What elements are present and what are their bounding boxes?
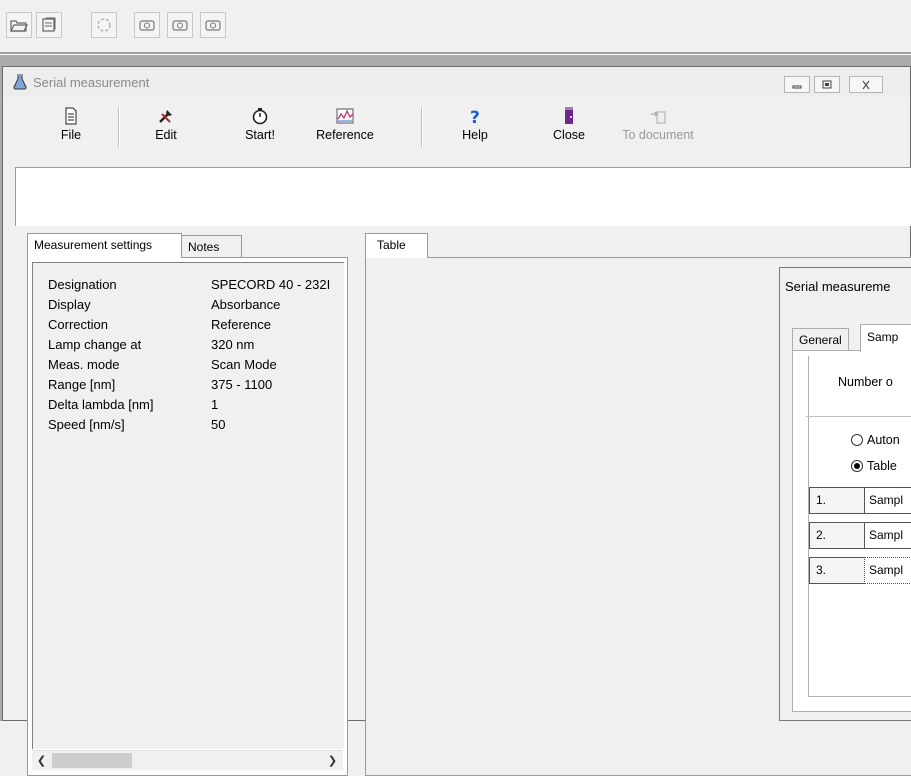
spectrum-icon xyxy=(336,108,354,124)
radio-button-selected[interactable] xyxy=(851,460,863,472)
settings-key: Speed [nm/s] xyxy=(48,417,125,432)
radio-automatic-label: Auton xyxy=(867,433,900,447)
app-toolbar xyxy=(0,0,911,52)
tab-table[interactable]: Table xyxy=(365,233,428,258)
tab-general[interactable]: General xyxy=(792,328,849,352)
settings-key: Range [nm] xyxy=(48,377,116,392)
minimize-button[interactable] xyxy=(784,76,810,93)
settings-key: Meas. mode xyxy=(48,357,120,372)
close-icon xyxy=(862,80,870,89)
file-button[interactable]: File xyxy=(53,103,89,153)
sample-number: 3. xyxy=(809,557,864,584)
stopwatch-icon xyxy=(252,108,268,125)
settings-value: Reference xyxy=(211,317,271,332)
to-document-label: To document xyxy=(622,128,694,142)
sample-number: 1. xyxy=(809,487,864,514)
settings-value: SPECORD 40 - 232I xyxy=(211,277,331,292)
help-button[interactable]: ? Help xyxy=(458,103,492,153)
edit-button[interactable]: Edit xyxy=(148,103,184,153)
measurement-settings-panel: Designation SPECORD 40 - 232I Display Abso… xyxy=(27,257,348,776)
settings-key: Correction xyxy=(48,317,108,332)
scroll-right-icon[interactable]: ❯ xyxy=(324,751,341,770)
file-label: File xyxy=(60,128,82,142)
svg-text:?: ? xyxy=(470,108,480,125)
radio-table-label: Table xyxy=(867,459,897,473)
help-label: Help xyxy=(462,128,488,142)
help-icon: ? xyxy=(470,108,480,125)
dialog-title: Serial measureme xyxy=(785,279,891,294)
sample-holder-icon[interactable] xyxy=(134,12,160,38)
tab-samples[interactable]: Samp xyxy=(860,324,911,352)
settings-value: 50 xyxy=(211,417,226,432)
serial-measurement-dialog: Serial measureme General Samp Number o A… xyxy=(779,267,911,721)
settings-key: Display xyxy=(48,297,91,312)
edit-tools-icon xyxy=(159,110,172,123)
toolbar-separator xyxy=(118,107,120,147)
settings-value: 320 nm xyxy=(211,337,255,352)
close-window-button[interactable] xyxy=(849,76,883,93)
maximize-icon xyxy=(822,80,832,88)
settings-list: Designation SPECORD 40 - 232I Display Abso… xyxy=(32,262,344,749)
toolbar-separator xyxy=(421,107,423,147)
sample-number: 2. xyxy=(809,522,864,549)
to-document-button[interactable]: To document xyxy=(621,103,695,153)
maximize-button[interactable] xyxy=(814,76,840,93)
settings-value: 375 - 1100 xyxy=(211,377,273,392)
settings-key: Delta lambda [nm] xyxy=(48,397,154,412)
dialog-divider xyxy=(806,416,911,417)
sample-holder-icon[interactable] xyxy=(200,12,226,38)
minimize-icon xyxy=(792,85,802,88)
reference-button[interactable]: Reference xyxy=(312,103,378,153)
settings-value: Scan Mode xyxy=(211,357,277,372)
close-button[interactable]: Close xyxy=(549,103,589,153)
door-exit-icon xyxy=(565,107,573,124)
status-area xyxy=(15,167,911,226)
start-button[interactable]: Start! xyxy=(240,103,280,153)
scroll-left-icon[interactable]: ❮ xyxy=(33,751,50,770)
open-folder-icon[interactable] xyxy=(6,12,32,38)
radio-automatic[interactable]: Auton xyxy=(851,433,900,447)
cycle-icon[interactable] xyxy=(91,12,117,38)
scrollbar-thumb[interactable] xyxy=(52,753,132,768)
sample-holder-icon[interactable] xyxy=(167,12,193,38)
sample-name-cell[interactable]: Sampl xyxy=(864,487,911,514)
sample-name-cell[interactable]: Sampl xyxy=(864,522,911,549)
horizontal-scrollbar[interactable]: ❮ ❯ xyxy=(32,750,343,770)
tab-notes[interactable]: Notes xyxy=(182,235,242,258)
settings-key: Lamp change at xyxy=(48,337,142,352)
file-icon xyxy=(65,107,77,125)
radio-button[interactable] xyxy=(851,434,863,446)
window-titlebar[interactable]: Serial measurement xyxy=(3,67,910,97)
settings-value: 1 xyxy=(211,397,219,412)
flask-icon xyxy=(13,74,27,90)
edit-label: Edit xyxy=(155,128,177,142)
reference-label: Reference xyxy=(316,128,374,142)
start-label: Start! xyxy=(245,128,275,142)
settings-value: Absorbance xyxy=(211,297,281,312)
to-document-icon xyxy=(651,111,666,124)
database-icon[interactable] xyxy=(36,12,62,38)
radio-table[interactable]: Table xyxy=(851,459,897,473)
settings-key: Designation xyxy=(48,277,117,292)
number-of-samples-label: Number o xyxy=(838,375,893,389)
close-label: Close xyxy=(553,128,585,142)
window-title: Serial measurement xyxy=(33,74,150,90)
serial-measurement-window: Serial measurement File Edit Start! Refe… xyxy=(2,66,911,776)
sample-name-cell[interactable]: Sampl xyxy=(864,557,911,584)
tab-measurement-settings[interactable]: Measurement settings xyxy=(27,233,182,258)
